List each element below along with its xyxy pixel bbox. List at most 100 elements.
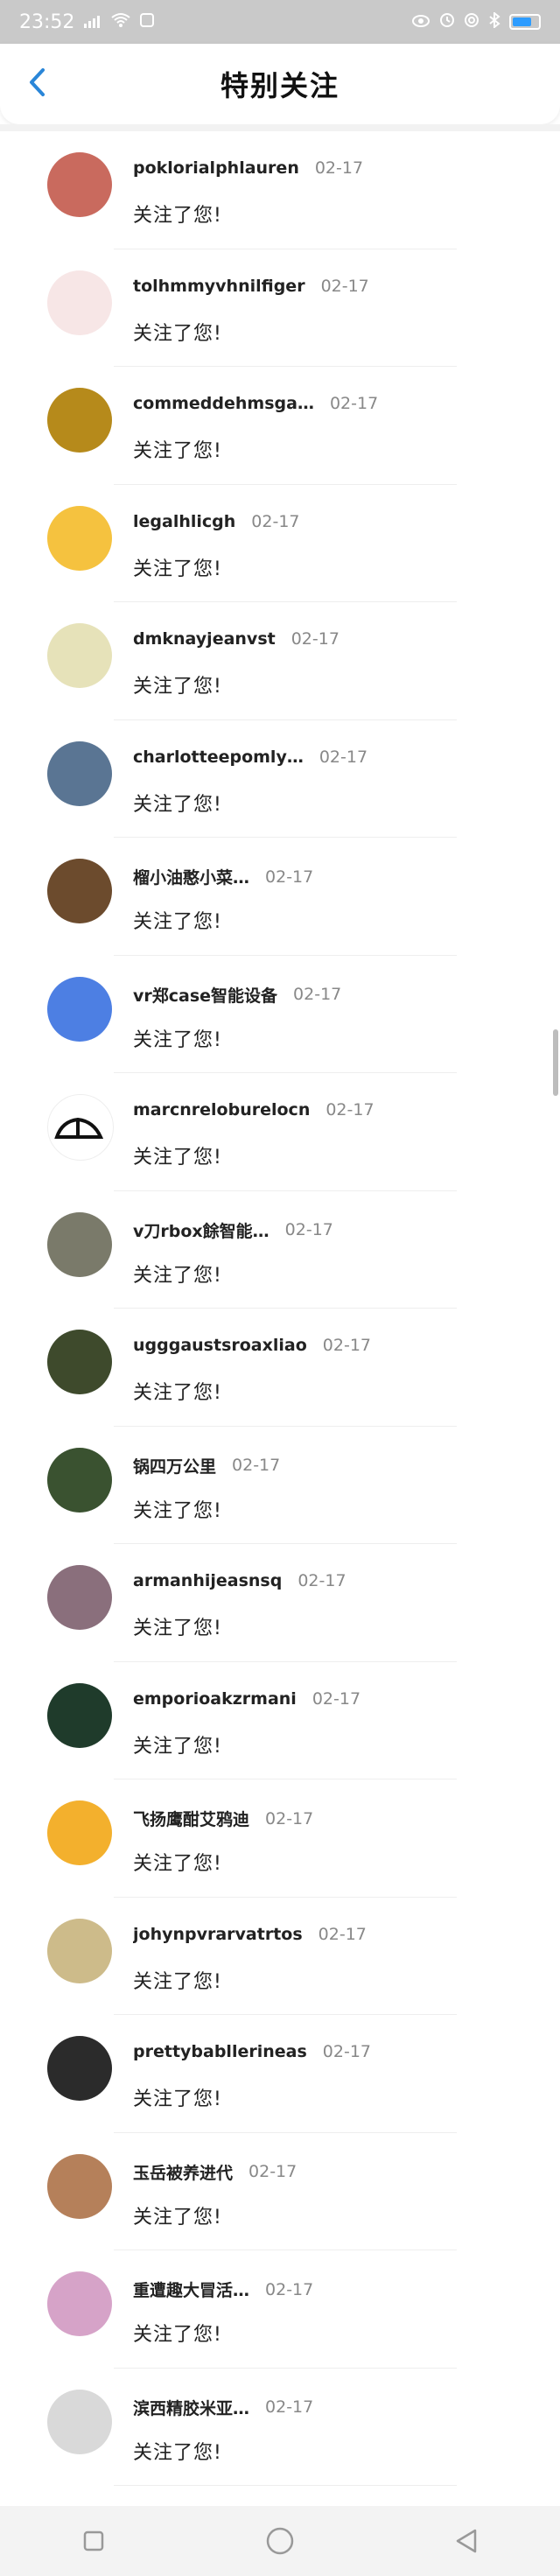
avatar[interactable]	[47, 1094, 114, 1161]
user-name[interactable]: v刀rbox餘智能…	[133, 1218, 270, 1242]
follow-message: 关注了您!	[133, 1853, 222, 1875]
row-divider	[114, 2485, 457, 2486]
avatar[interactable]	[47, 1682, 112, 1748]
list-item[interactable]: v刀rbox餘智能… 02-17 关注了您!	[0, 1191, 560, 1309]
list-item[interactable]: vr郑case智能设备 02-17 关注了您!	[0, 956, 560, 1073]
avatar[interactable]	[47, 152, 112, 217]
name-line: v刀rbox餘智能… 02-17	[133, 1218, 333, 1242]
avatar[interactable]	[47, 1211, 112, 1277]
avatar[interactable]	[47, 270, 112, 335]
follow-message: 关注了您!	[133, 322, 222, 345]
user-name[interactable]: prettybabllerineas	[133, 2042, 307, 2061]
name-line: commeddehmsga… 02-17	[133, 394, 378, 413]
notification-icon	[139, 11, 155, 33]
system-nav-bar	[0, 2506, 560, 2576]
follow-message: 关注了您!	[133, 2088, 222, 2110]
list-item[interactable]: 重遭趣大冒活… 02-17 关注了您!	[0, 2250, 560, 2369]
user-name[interactable]: ugggaustsroaxliao	[133, 1336, 307, 1355]
list-item[interactable]: johynpvrarvatrtos 02-17 关注了您!	[0, 1898, 560, 2015]
home-button[interactable]	[254, 2515, 306, 2567]
avatar[interactable]	[47, 2153, 112, 2219]
avatar[interactable]	[47, 1330, 112, 1394]
avatar[interactable]	[47, 505, 112, 571]
follow-date: 02-17	[248, 2162, 298, 2181]
user-name[interactable]: johynpvrarvatrtos	[133, 1925, 303, 1944]
follow-message: 关注了您!	[133, 1028, 222, 1051]
user-name[interactable]: 滨西精胶米亚…	[133, 2396, 249, 2419]
user-name[interactable]: emporioakzrmani	[133, 1689, 297, 1709]
user-name[interactable]: 榴小油憨小菜…	[133, 865, 249, 888]
battery-icon	[509, 14, 541, 30]
list-item[interactable]: ugggaustsroaxliao 02-17 关注了您!	[0, 1309, 560, 1427]
list-item[interactable]: dmknayjeanvst 02-17 关注了您!	[0, 602, 560, 720]
status-bar: 23:52	[0, 0, 560, 44]
follow-message: 关注了您!	[133, 2441, 222, 2464]
list-item[interactable]: marcnreloburelocn 02-17 关注了您!	[0, 1073, 560, 1191]
triangle-back-icon	[457, 2529, 477, 2553]
list-item[interactable]: 玉岳被养进代 02-17 关注了您!	[0, 2133, 560, 2250]
avatar[interactable]	[47, 741, 112, 806]
avatar[interactable]	[47, 1800, 112, 1865]
list-item[interactable]: prettybabllerineas 02-17 关注了您!	[0, 2015, 560, 2133]
user-name[interactable]: commeddehmsga…	[133, 394, 314, 413]
back-nav-button[interactable]	[440, 2515, 493, 2567]
user-name[interactable]: 重遭趣大冒活…	[133, 2278, 249, 2301]
avatar[interactable]	[47, 2036, 112, 2101]
name-line: 飞扬鹰酣艾鸦迪 02-17	[133, 1807, 313, 1830]
list-item[interactable]: 滨西精胶米亚… 02-17 关注了您!	[0, 2369, 560, 2486]
list-item[interactable]: 飞扬鹰酣艾鸦迪 02-17 关注了您!	[0, 1779, 560, 1898]
list-item[interactable]: commeddehmsga… 02-17 关注了您!	[0, 367, 560, 485]
follower-list: poklorialphlauren 02-17 关注了您! tolhmmyvhnilf…	[0, 131, 560, 2486]
list-item[interactable]: 榴小油憨小菜… 02-17 关注了您!	[0, 838, 560, 956]
follow-date: 02-17	[320, 276, 369, 296]
follow-date: 02-17	[284, 1220, 333, 1239]
follow-message: 关注了您!	[133, 911, 222, 933]
list-item[interactable]: armanhijeasnsq 02-17 关注了您!	[0, 1544, 560, 1662]
user-name[interactable]: marcnreloburelocn	[133, 1100, 310, 1120]
scrollbar-thumb[interactable]	[553, 1029, 558, 1096]
alarm-icon	[439, 11, 455, 33]
user-name[interactable]: poklorialphlauren	[133, 158, 299, 178]
name-line: tolhmmyvhnilfiger 02-17	[133, 277, 369, 296]
follow-date: 02-17	[318, 1924, 367, 1944]
avatar[interactable]	[47, 1565, 112, 1630]
list-item[interactable]: tolhmmyvhnilfiger 02-17 关注了您!	[0, 249, 560, 367]
status-time: 23:52	[19, 11, 75, 33]
avatar[interactable]	[47, 2271, 112, 2336]
follow-date: 02-17	[312, 1688, 361, 1709]
name-line: poklorialphlauren 02-17	[133, 158, 363, 178]
follow-date: 02-17	[265, 867, 314, 887]
user-name[interactable]: 玉岳被养进代	[133, 2160, 233, 2184]
avatar[interactable]	[47, 976, 112, 1042]
list-item[interactable]: charlotteepomly… 02-17 关注了您!	[0, 720, 560, 838]
user-name[interactable]: charlotteepomly…	[133, 748, 304, 767]
follow-date: 02-17	[298, 1571, 346, 1590]
list-item[interactable]: 锅四万公里 02-17 关注了您!	[0, 1427, 560, 1544]
avatar[interactable]	[47, 388, 112, 453]
list-item[interactable]: legalhlicgh 02-17 关注了您!	[0, 485, 560, 602]
avatar[interactable]	[47, 1918, 112, 1983]
list-item[interactable]: poklorialphlauren 02-17 关注了您!	[0, 131, 560, 249]
user-name[interactable]: armanhijeasnsq	[133, 1571, 282, 1590]
avatar[interactable]	[47, 623, 112, 688]
follow-message: 关注了您!	[133, 205, 222, 227]
follow-message: 关注了您!	[133, 1147, 222, 1169]
user-name[interactable]: dmknayjeanvst	[133, 629, 276, 649]
follow-message: 关注了您!	[133, 1382, 222, 1404]
back-button[interactable]	[16, 61, 58, 103]
recents-button[interactable]	[67, 2515, 120, 2567]
name-line: prettybabllerineas 02-17	[133, 2042, 371, 2061]
follow-message: 关注了您!	[133, 2206, 222, 2229]
avatar[interactable]	[47, 1447, 112, 1513]
avatar[interactable]	[47, 859, 112, 923]
user-name[interactable]: legalhlicgh	[133, 512, 235, 531]
user-name[interactable]: 飞扬鹰酣艾鸦迪	[133, 1807, 249, 1830]
user-name[interactable]: vr郑case智能设备	[133, 983, 277, 1007]
list-item[interactable]: emporioakzrmani 02-17 关注了您!	[0, 1662, 560, 1779]
user-name[interactable]: tolhmmyvhnilfiger	[133, 277, 305, 296]
name-line: 重遭趣大冒活… 02-17	[133, 2278, 313, 2301]
avatar[interactable]	[47, 2389, 112, 2454]
name-line: 榴小油憨小菜… 02-17	[133, 865, 313, 888]
page-title: 特别关注	[220, 69, 340, 102]
user-name[interactable]: 锅四万公里	[133, 1454, 216, 1478]
